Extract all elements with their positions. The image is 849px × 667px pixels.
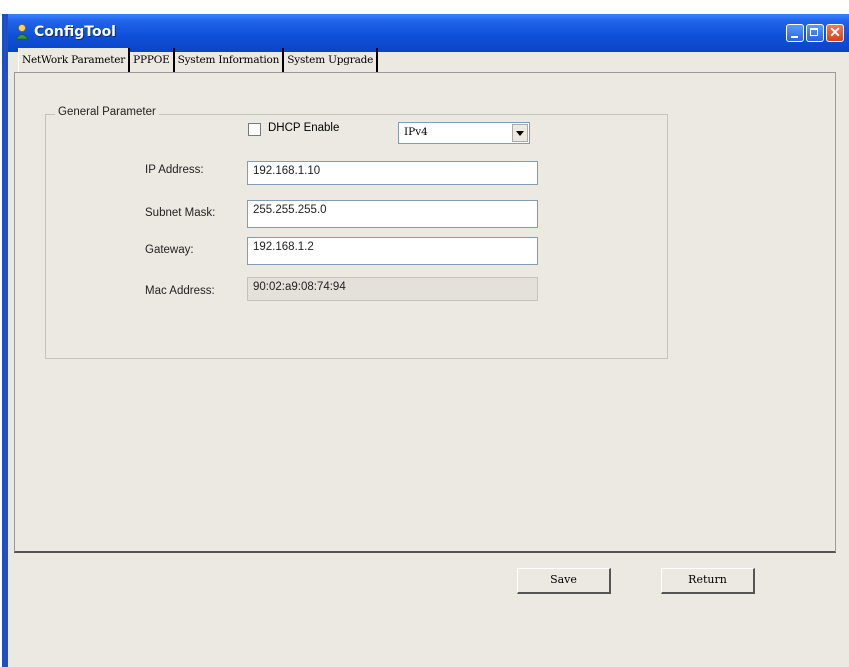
subnet-mask-field[interactable]: 255.255.255.0 <box>247 200 538 228</box>
return-button[interactable]: Return <box>661 568 755 594</box>
ip-address-label: IP Address: <box>145 164 204 176</box>
mac-address-label: Mac Address: <box>145 285 215 297</box>
group-legend: General Parameter <box>55 106 159 118</box>
tab-system-information[interactable]: System Information <box>175 48 285 72</box>
tab-network-parameter[interactable]: NetWork Parameter <box>18 48 131 72</box>
window-title: ConfigTool <box>34 24 116 40</box>
close-button[interactable]: ✕ <box>826 24 844 42</box>
title-bar[interactable]: ConfigTool ✕ <box>8 14 849 52</box>
maximize-button[interactable] <box>806 24 824 42</box>
ip-address-field[interactable]: 192.168.1.10 <box>247 161 538 185</box>
tab-strip: NetWork Parameter PPPOE System Informati… <box>18 48 379 72</box>
ip-version-select[interactable]: IPv4 <box>398 122 530 144</box>
subnet-mask-label: Subnet Mask: <box>145 207 216 219</box>
ip-version-value: IPv4 <box>404 126 428 138</box>
mac-address-field: 90:02:a9:08:74:94 <box>247 277 538 301</box>
dhcp-enable-label[interactable]: DHCP Enable <box>268 122 339 134</box>
dhcp-enable-checkbox[interactable] <box>248 123 261 136</box>
tab-pppoe[interactable]: PPPOE <box>130 48 175 72</box>
gateway-label: Gateway: <box>145 244 194 256</box>
tab-system-upgrade[interactable]: System Upgrade <box>284 48 379 72</box>
minimize-button[interactable] <box>786 24 804 42</box>
gateway-field[interactable]: 192.168.1.2 <box>247 237 538 265</box>
save-button[interactable]: Save <box>517 568 611 594</box>
chevron-down-icon[interactable] <box>512 124 528 142</box>
close-icon: ✕ <box>829 24 841 40</box>
user-icon <box>14 23 32 41</box>
